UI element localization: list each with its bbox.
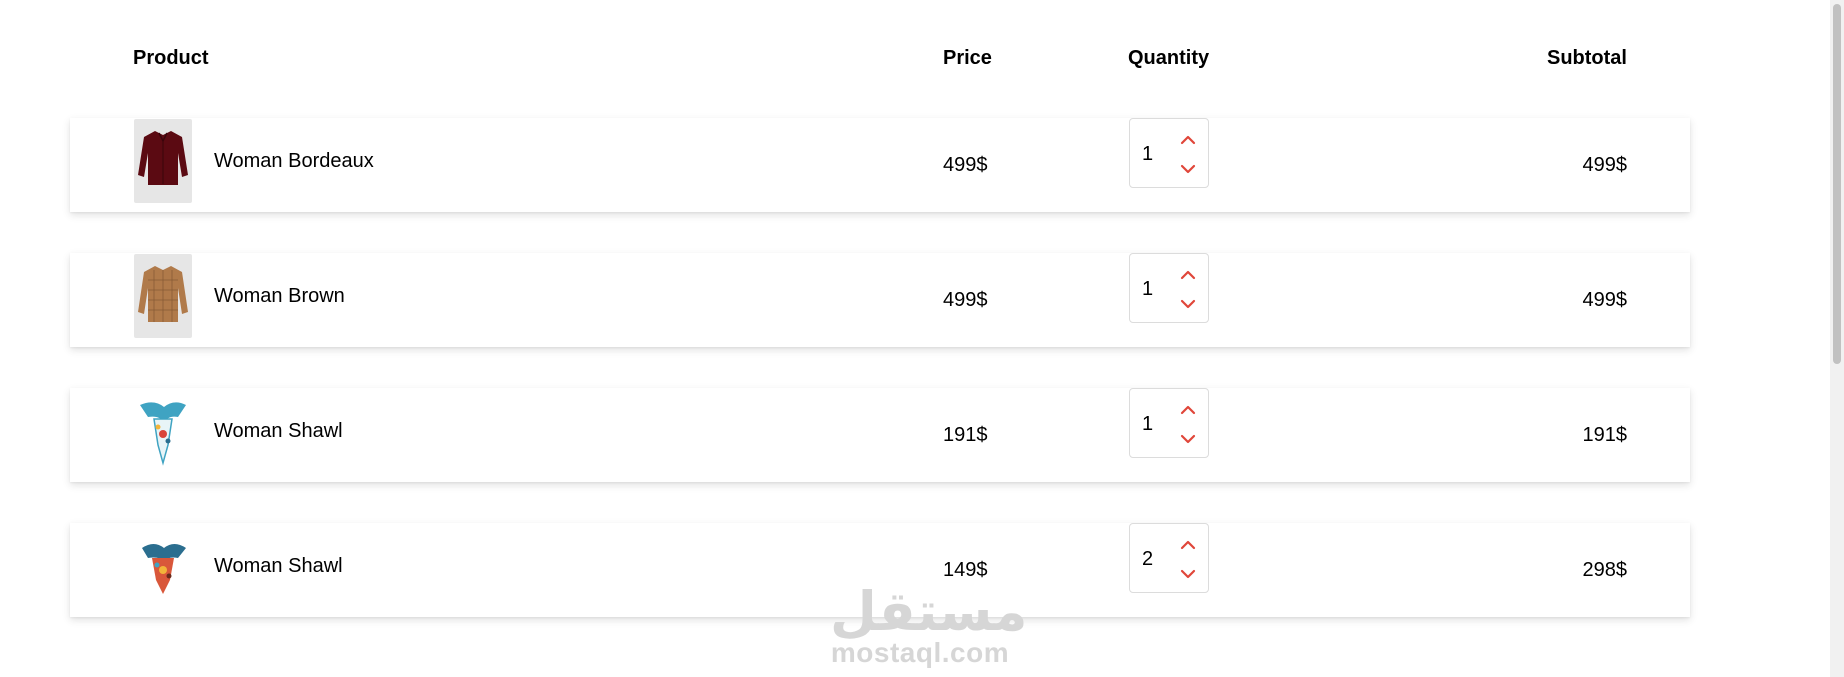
product-image[interactable] — [134, 254, 192, 338]
chevron-down-icon[interactable] — [1178, 159, 1198, 179]
vertical-scrollbar[interactable] — [1830, 0, 1844, 677]
product-price: 149$ — [943, 559, 988, 581]
header-quantity: Quantity — [1128, 47, 1210, 69]
chevron-up-icon[interactable] — [1178, 400, 1198, 420]
product-name[interactable]: Woman Shawl — [214, 419, 343, 443]
product-price: 499$ — [943, 154, 988, 176]
quantity-stepper[interactable]: 1 — [1129, 388, 1209, 458]
product-image[interactable] — [134, 119, 192, 203]
product-subtotal: 499$ — [1582, 154, 1628, 176]
quantity-value[interactable]: 1 — [1142, 142, 1153, 166]
chevron-down-icon[interactable] — [1178, 564, 1198, 584]
product-name[interactable]: Woman Bordeaux — [214, 149, 374, 173]
watermark-latin: mostaql.com — [830, 637, 1010, 668]
product-image[interactable] — [134, 389, 192, 473]
chevron-down-icon[interactable] — [1178, 429, 1198, 449]
product-price: 191$ — [943, 424, 988, 446]
chevron-up-icon[interactable] — [1178, 535, 1198, 555]
cart-row: Woman Shawl 191$ 1 191$ — [70, 388, 1690, 482]
product-subtotal: 298$ — [1582, 559, 1628, 581]
product-price: 499$ — [943, 289, 988, 311]
product-subtotal: 191$ — [1582, 424, 1628, 446]
mostaql-watermark: مستقل mostaql.com — [830, 582, 1028, 668]
quantity-stepper[interactable]: 1 — [1129, 118, 1209, 188]
watermark-arabic: مستقل — [830, 582, 1028, 642]
product-name[interactable]: Woman Shawl — [214, 554, 343, 578]
cart-table: Product Price Quantity Subtotal Woman Bo… — [0, 0, 1844, 677]
quantity-stepper[interactable]: 1 — [1129, 253, 1209, 323]
quantity-value[interactable]: 2 — [1142, 547, 1153, 571]
header-product: Product — [133, 47, 209, 69]
product-name[interactable]: Woman Brown — [214, 284, 345, 308]
chevron-up-icon[interactable] — [1178, 265, 1198, 285]
scrollbar-thumb[interactable] — [1833, 4, 1841, 364]
cart-row: Woman Brown 499$ 1 499$ — [70, 253, 1690, 347]
header-subtotal: Subtotal — [1547, 47, 1627, 69]
quantity-stepper[interactable]: 2 — [1129, 523, 1209, 593]
chevron-up-icon[interactable] — [1178, 130, 1198, 150]
product-subtotal: 499$ — [1582, 289, 1628, 311]
cart-header-row: Product Price Quantity Subtotal — [0, 0, 1844, 110]
quantity-value[interactable]: 1 — [1142, 277, 1153, 301]
chevron-down-icon[interactable] — [1178, 294, 1198, 314]
quantity-value[interactable]: 1 — [1142, 412, 1153, 436]
product-image[interactable] — [134, 524, 192, 608]
header-price: Price — [943, 47, 992, 69]
cart-row: Woman Bordeaux 499$ 1 499$ — [70, 118, 1690, 212]
